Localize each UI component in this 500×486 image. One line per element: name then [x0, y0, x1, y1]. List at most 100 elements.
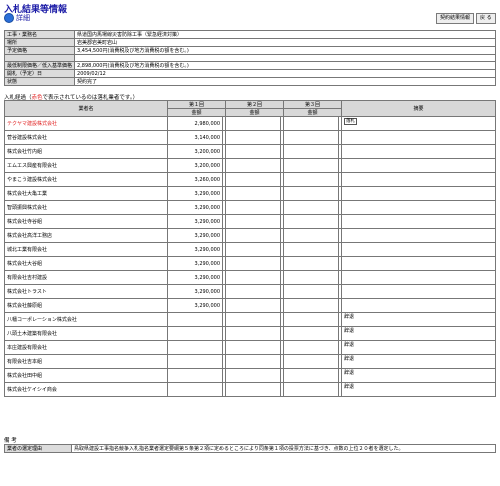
empty-cell [283, 312, 340, 327]
info-row: 予定価格 3,454,500円(消費税及び地方消費税の額を含む。) [3, 46, 496, 55]
empty-cell [225, 382, 282, 397]
bidder-name: 八幡コーポレーション株式会社 [4, 312, 168, 327]
empty-cell [225, 186, 282, 201]
bid-row: 株式会社トラスト 3,290,000 [4, 284, 496, 299]
bid-amount-round-1 [167, 354, 223, 369]
bidder-name: 株式会社大亀工業 [4, 186, 168, 201]
notes-key: 業者の選定理由 [4, 444, 72, 453]
header-amount-2: 金額 [225, 108, 285, 117]
empty-cell [225, 116, 282, 131]
withdrawn-label: 辞退 [344, 370, 355, 376]
empty-cell [283, 200, 340, 215]
info-value: 2009/02/12 [74, 69, 496, 78]
empty-cell [225, 172, 282, 187]
empty-cell [283, 382, 340, 397]
bid-row: 菅谷建設株式会社 3,140,000 [4, 130, 496, 145]
empty-cell [225, 326, 282, 341]
info-value: 2,898,000円(消費税及び地方消費税の額を含む。) [74, 61, 496, 70]
bidder-name: 八頭土木建築有限会社 [4, 326, 168, 341]
header-amount-3: 金額 [283, 108, 343, 117]
bid-row: 八頭土木建築有限会社 辞退 [4, 326, 496, 341]
header-company: 業者名 [4, 100, 168, 117]
empty-cell [283, 186, 340, 201]
bid-amount-round-1: 3,290,000 [167, 270, 223, 285]
bid-row: 株式会社竹内組 3,200,000 [4, 144, 496, 159]
detail-link[interactable]: 詳細 [4, 13, 30, 23]
bid-amount-round-1: 3,290,000 [167, 284, 223, 299]
bid-row: 株式会社高洋工務店 3,290,000 [4, 228, 496, 243]
bid-amount-round-1: 3,290,000 [167, 214, 223, 229]
bidder-name: やまこう建設株式会社 [4, 172, 168, 187]
bid-amount-round-1 [167, 368, 223, 383]
bid-row: 智頭振興株式会社 3,290,000 [4, 200, 496, 215]
empty-cell [225, 270, 282, 285]
bid-remark [341, 284, 496, 299]
contract-results-button[interactable]: 契約結果情報 [436, 13, 475, 24]
empty-cell [283, 368, 340, 383]
empty-cell [283, 228, 340, 243]
info-value: 契約完了 [74, 77, 496, 86]
info-row: 状態 契約完了 [3, 77, 496, 86]
bid-row: 八幡コーポレーション株式会社 辞退 [4, 312, 496, 327]
empty-cell [225, 144, 282, 159]
bid-remark [341, 214, 496, 229]
bid-remark [341, 256, 496, 271]
bid-amount-round-1: 3,290,000 [167, 228, 223, 243]
bidder-name: 智頭振興株式会社 [4, 200, 168, 215]
bid-remark: 辞退 [341, 354, 496, 369]
bid-row: 有限会社吉本組 辞退 [4, 354, 496, 369]
info-key: 最低制限価格／低入基準価格 [3, 61, 76, 70]
info-value [74, 54, 496, 62]
empty-cell [225, 130, 282, 145]
info-value: 3,454,500円(消費税及び地方消費税の額を含む。) [74, 46, 496, 55]
withdrawn-label: 辞退 [344, 356, 355, 362]
bid-remark: 辞退 [341, 340, 496, 355]
bid-remark: 辞退 [341, 312, 496, 327]
bid-remark: 落札 [341, 116, 496, 131]
bid-row: 株式会社大亀工業 3,290,000 [4, 186, 496, 201]
bid-remark [341, 200, 496, 215]
info-row: 最低制限価格／低入基準価格 2,898,000円(消費税及び地方消費税の額を含む。… [3, 61, 496, 70]
info-key: 工事・業務名 [3, 30, 76, 39]
empty-cell [225, 298, 282, 313]
bid-row: 城北工業有限会社 3,290,000 [4, 242, 496, 257]
bid-results-table: 業者名 第１回 第２回 第３回 摘要 金額 金額 金額 テクヤマ建設株式会社 2,… [4, 100, 496, 397]
bidder-name: 株式会社トラスト [4, 284, 168, 299]
info-value: 岩美郡岩美町岩山 [74, 38, 496, 47]
back-button[interactable]: 戻 る [476, 13, 496, 24]
empty-cell [225, 200, 282, 215]
empty-cell [225, 228, 282, 243]
detail-label: 詳細 [16, 14, 30, 22]
empty-cell [225, 256, 282, 271]
detail-circle-icon [4, 13, 14, 23]
bid-amount-round-1: 2,980,000 [167, 116, 223, 131]
bidder-name: 菅谷建設株式会社 [4, 130, 168, 145]
empty-cell [283, 242, 340, 257]
bidder-name: 株式会社ケイシイ商会 [4, 382, 168, 397]
bid-remark [341, 144, 496, 159]
empty-cell [225, 340, 282, 355]
withdrawn-label: 辞退 [344, 314, 355, 320]
bid-row: エムエス興産有限会社 3,200,000 [4, 158, 496, 173]
bidder-name: 株式会社寺谷組 [4, 214, 168, 229]
empty-cell [283, 130, 340, 145]
bid-amount-round-1 [167, 382, 223, 397]
empty-cell [283, 172, 340, 187]
bid-amount-round-1 [167, 326, 223, 341]
empty-cell [225, 242, 282, 257]
empty-cell [283, 144, 340, 159]
bid-row: 有限会社吉村建設 3,290,000 [4, 270, 496, 285]
bid-row: 株式会社田中組 辞退 [4, 368, 496, 383]
bid-remark: 辞退 [341, 326, 496, 341]
empty-cell [283, 256, 340, 271]
bid-amount-round-1: 3,290,000 [167, 298, 223, 313]
bidder-name: 株式会社竹内組 [4, 144, 168, 159]
empty-cell [283, 354, 340, 369]
bid-remark [341, 130, 496, 145]
bid-amount-round-1: 3,290,000 [167, 242, 223, 257]
header-round-1: 第１回 [166, 100, 227, 109]
bid-amount-round-1: 3,260,000 [167, 172, 223, 187]
withdrawn-label: 辞退 [344, 384, 355, 390]
bid-amount-round-1 [167, 312, 223, 327]
empty-cell [283, 158, 340, 173]
